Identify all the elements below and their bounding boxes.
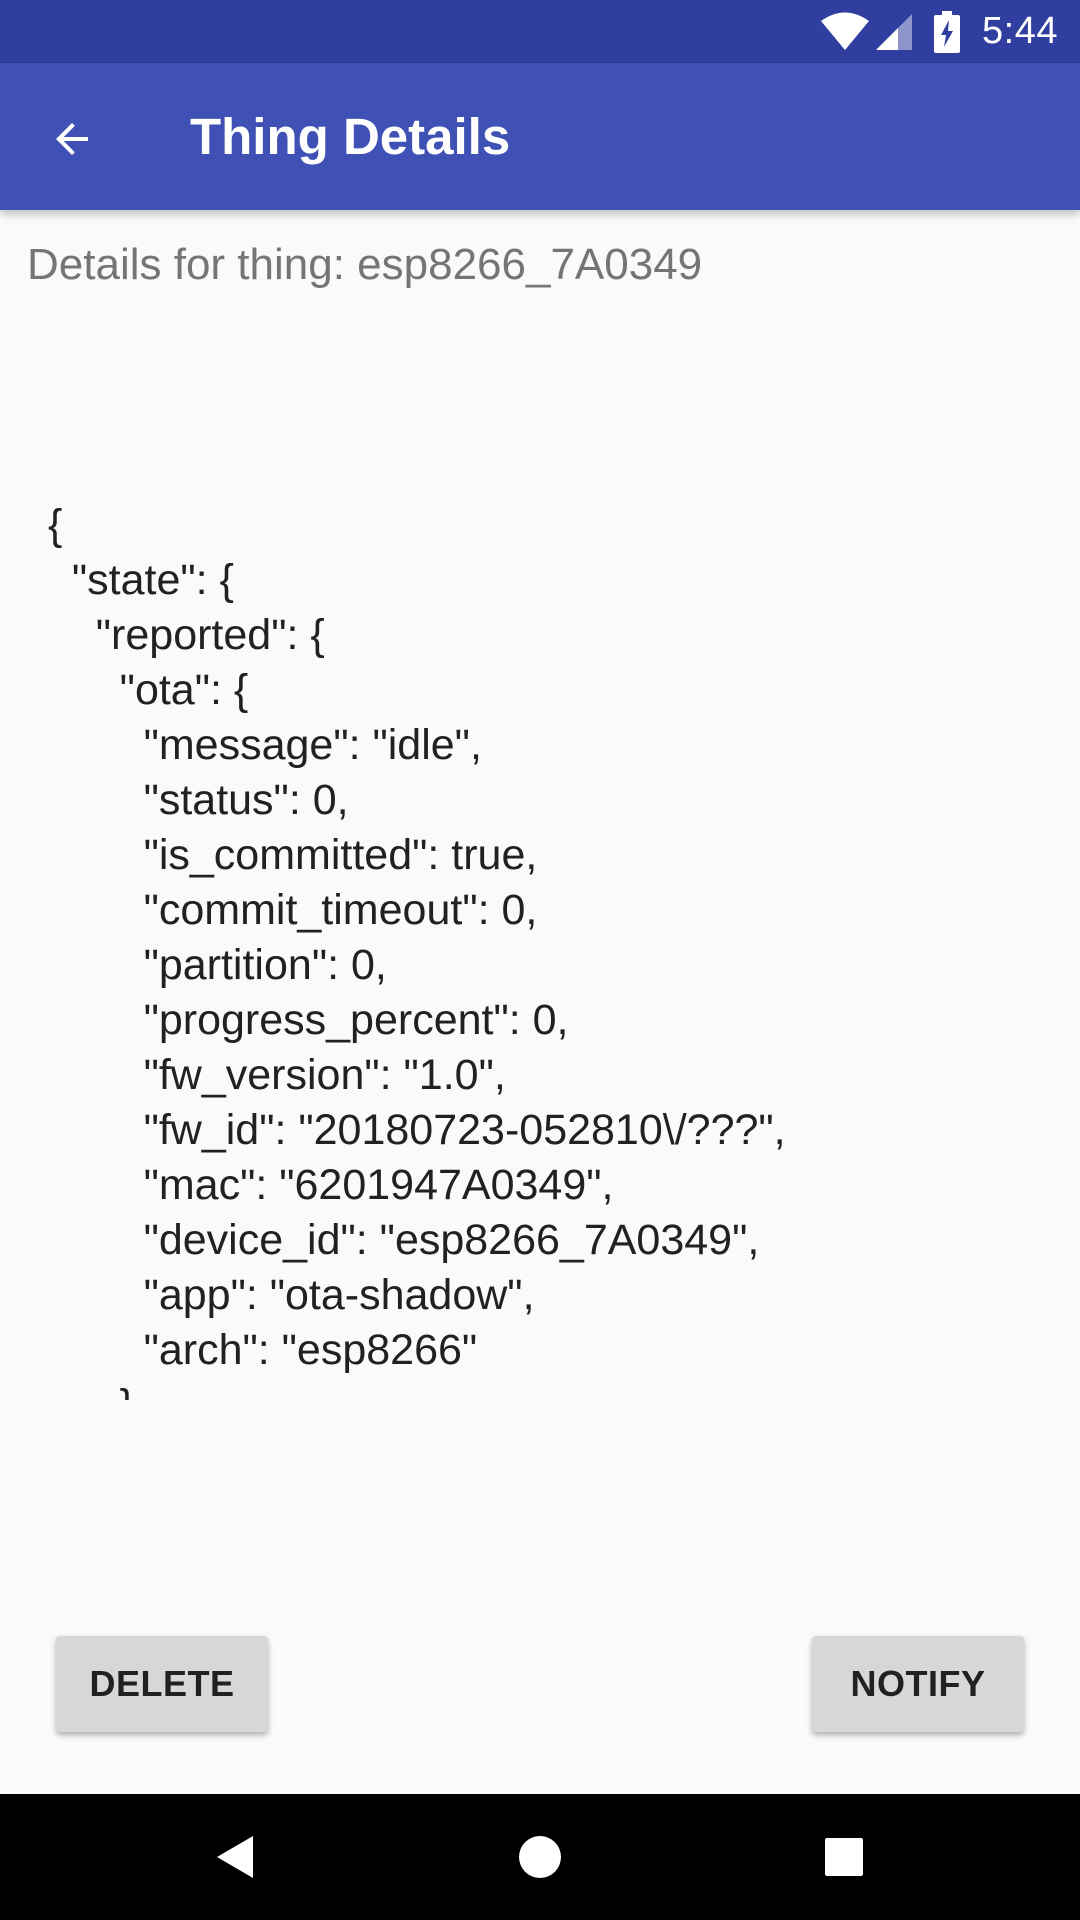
battery-charging-icon [934, 10, 961, 53]
json-line: "mac": "6201947A0349", [48, 1161, 614, 1209]
nav-back-icon [217, 1836, 253, 1878]
screen: 5:44 Thing Details Details for thing: es… [0, 0, 1080, 1920]
nav-home-icon [519, 1836, 561, 1878]
status-icons: 5:44 [820, 0, 1058, 63]
json-line: "message": "idle", [48, 721, 482, 769]
nav-home-button[interactable] [495, 1812, 585, 1902]
json-document: { "state": { "reported": { "ota": { "mes… [48, 498, 1048, 1416]
cell-signal-icon [876, 13, 913, 50]
nav-back-button[interactable] [190, 1812, 280, 1902]
json-line: "status": 0, [48, 776, 349, 824]
json-line: "reported": { [48, 611, 325, 659]
back-button[interactable] [30, 97, 114, 181]
json-line: "fw_version": "1.0", [48, 1051, 506, 1099]
json-line: "ota": { [48, 666, 249, 714]
json-line: "progress_percent": 0, [48, 996, 569, 1044]
json-line: "partition": 0, [48, 941, 387, 989]
json-line: "is_committed": true, [48, 831, 538, 879]
json-line: "device_id": "esp8266_7A0349", [48, 1216, 760, 1264]
wifi-icon [821, 12, 870, 50]
page-title: Thing Details [190, 108, 511, 165]
nav-recent-button[interactable] [799, 1812, 889, 1902]
navigation-bar [0, 1794, 1080, 1920]
notify-button[interactable]: NOTIFY [812, 1636, 1024, 1732]
delete-button[interactable]: DELETE [56, 1636, 268, 1732]
status-bar: 5:44 [0, 0, 1080, 63]
arrow-back-icon [56, 123, 88, 155]
json-line: } [48, 1378, 1048, 1400]
thing-details-label: Details for thing: esp8266_7A0349 [27, 240, 703, 289]
json-line: "app": "ota-shadow", [48, 1271, 535, 1319]
json-line: "state": { [48, 556, 234, 604]
json-line: "fw_id": "20180723-052810\/???", [48, 1106, 786, 1154]
json-line: { [48, 501, 63, 549]
app-bar: Thing Details [0, 63, 1080, 210]
json-line: "commit_timeout": 0, [48, 886, 538, 934]
status-time: 5:44 [982, 10, 1058, 52]
json-line: "arch": "esp8266" [48, 1326, 478, 1374]
nav-recent-icon [825, 1838, 863, 1876]
